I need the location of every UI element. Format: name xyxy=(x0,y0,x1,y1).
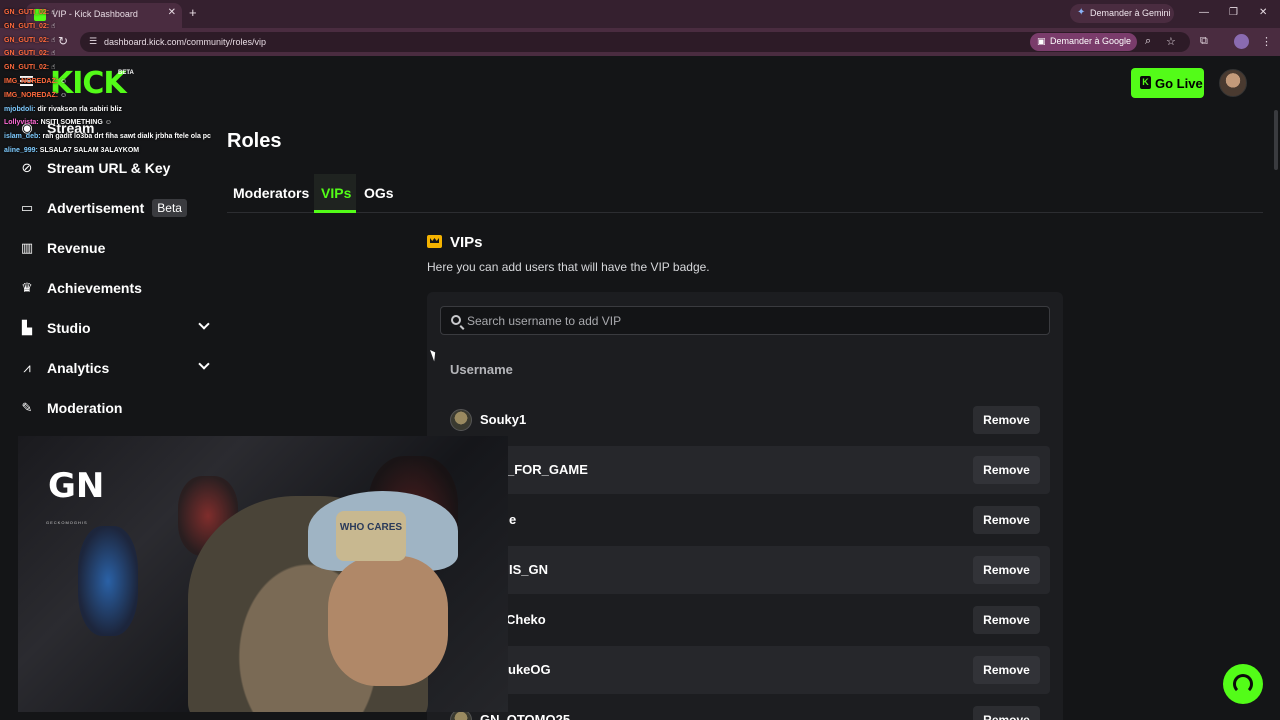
gemini-star-icon: ✦ xyxy=(1077,7,1086,18)
chat-line: aline_999: SLSALA7 SALAM 3ALAYKOM xyxy=(4,146,140,154)
remove-button[interactable]: Remove xyxy=(973,556,1040,584)
chat-line: GN_GUTI_02: ☝ xyxy=(4,22,56,30)
username-column-header: Username xyxy=(450,362,513,377)
remove-button[interactable]: Remove xyxy=(973,706,1040,720)
sidebar-item-label: Achievements xyxy=(47,280,142,296)
search-input[interactable] xyxy=(467,313,1037,329)
sidebar-item-label: Studio xyxy=(47,320,91,336)
zoom-icon[interactable]: ⌕ xyxy=(1145,35,1151,48)
browser-profile-avatar[interactable] xyxy=(1234,34,1249,49)
close-window-icon[interactable]: ✕ xyxy=(1259,7,1267,18)
chart-bars-icon: ▥ xyxy=(20,240,34,255)
vip-username[interactable]: ukeOG xyxy=(508,662,551,677)
table-row: IS_GN Remove xyxy=(440,546,1050,594)
bookmark-star-icon[interactable]: ☆ xyxy=(1166,35,1176,48)
minimize-window-icon[interactable]: — xyxy=(1199,7,1209,18)
remove-button[interactable]: Remove xyxy=(973,406,1040,434)
tab-vips[interactable]: VIPs xyxy=(321,185,351,201)
chat-line: IMG_NOREDAZ: ☺ xyxy=(4,77,68,85)
vip-username[interactable]: e xyxy=(509,512,516,527)
table-row: Souky1 Remove xyxy=(440,396,1050,444)
page-title: Roles xyxy=(227,130,282,152)
chat-line: GN_GUTI_02: ☝ xyxy=(4,36,56,44)
ask-gemini-label: Demander à Gemini xyxy=(1090,8,1171,18)
table-row: ukeOG Remove xyxy=(440,646,1050,694)
sidebar-item-studio[interactable]: ▙ Studio xyxy=(20,316,210,340)
sidebar-item-label: Analytics xyxy=(47,360,110,376)
analytics-icon: ⩘ xyxy=(23,360,31,375)
sidebar-item-label: Advertisement xyxy=(47,200,145,216)
chevron-down-icon[interactable] xyxy=(198,358,210,370)
remove-button[interactable]: Remove xyxy=(973,656,1040,684)
webcam-overlay: WHO CARES GN GECKOMOGHIS xyxy=(18,436,508,712)
headset-icon xyxy=(1233,674,1253,694)
kick-k-icon: K xyxy=(1140,76,1151,89)
search-icon xyxy=(451,315,461,325)
trophy-icon: ♛ xyxy=(21,280,33,295)
crown-icon xyxy=(427,235,442,248)
chevron-down-icon[interactable] xyxy=(198,318,210,330)
vip-username[interactable]: Cheko xyxy=(506,612,546,627)
figure-blur xyxy=(78,526,138,636)
chat-line: Lollyvista: NSITI SOMETHING ☺ xyxy=(4,119,112,127)
tab-moderators[interactable]: Moderators xyxy=(233,185,309,201)
ad-icon: ▭ xyxy=(20,200,34,215)
support-button[interactable] xyxy=(1223,664,1263,704)
chat-line: GN_GUTI_02: ☝ xyxy=(4,50,56,58)
vip-username[interactable]: _FOR_GAME xyxy=(507,462,588,477)
table-row: Cheko Remove xyxy=(440,596,1050,644)
ask-google-label: Demander à Google xyxy=(1050,36,1132,46)
go-live-button[interactable]: K Go Live xyxy=(1131,68,1204,98)
browser-menu-icon[interactable]: ⋮ xyxy=(1261,35,1272,48)
beta-badge: Beta xyxy=(152,199,187,217)
section-description: Here you can add users that will have th… xyxy=(427,260,710,274)
sidebar-item-stream-url-key[interactable]: ⊘ Stream URL & Key xyxy=(20,156,171,180)
vip-username[interactable]: GN_OTOMO25 xyxy=(480,712,570,720)
remove-button[interactable]: Remove xyxy=(973,606,1040,634)
section-title: VIPs xyxy=(450,234,483,251)
gn-logo: GN xyxy=(48,466,105,506)
remove-button[interactable]: Remove xyxy=(973,456,1040,484)
extensions-icon[interactable]: ⧉ xyxy=(1200,35,1208,48)
sidebar-item-label: Revenue xyxy=(47,240,106,256)
google-lens-icon: ▣ xyxy=(1037,36,1046,46)
table-row: GN_OTOMO25 Remove xyxy=(440,696,1050,720)
ask-google-button[interactable]: ▣ Demander à Google xyxy=(1030,33,1137,51)
remove-button[interactable]: Remove xyxy=(973,506,1040,534)
vip-username[interactable]: Souky1 xyxy=(480,412,526,427)
vip-username[interactable]: IS_GN xyxy=(509,562,548,577)
sidebar-item-achievements[interactable]: ♛ Achievements xyxy=(20,276,142,300)
link-icon: ⊘ xyxy=(21,160,33,175)
chat-line: islam_deb: rah gadit lo3ba drt fiha sawt… xyxy=(4,133,211,141)
maximize-window-icon[interactable]: ❐ xyxy=(1229,7,1238,18)
scrollbar-thumb[interactable] xyxy=(1274,110,1278,170)
sidebar-item-label: Stream URL & Key xyxy=(47,160,171,176)
gn-logo-subtitle: GECKOMOGHIS xyxy=(46,520,88,525)
studio-icon: ▙ xyxy=(22,320,32,335)
active-tab-underline xyxy=(314,210,356,213)
cap-logo: WHO CARES xyxy=(336,511,406,561)
avatar xyxy=(450,409,472,431)
user-avatar[interactable] xyxy=(1219,69,1247,97)
sidebar-item-analytics[interactable]: ⩘ Analytics xyxy=(20,356,210,380)
chat-line: GN_GUTI_02: ☝ xyxy=(4,9,56,16)
wrench-icon: ✎ xyxy=(21,400,33,415)
table-row: e Remove xyxy=(440,496,1050,544)
chat-line: GN_GUTI_02: ☝ xyxy=(4,64,56,72)
go-live-label: Go Live xyxy=(1155,76,1203,91)
chat-line: IMG_NOREDAZ: ☺ xyxy=(4,91,68,99)
sidebar-item-moderation[interactable]: ✎ Moderation xyxy=(20,396,123,420)
stream-chat-overlay: GN_GUTI_02: ☝ GN_GUTI_02: ☝ GN_GUTI_02: … xyxy=(4,6,234,158)
chat-line: mjobdoli: dir rivakson rla sabiri bliz xyxy=(4,105,122,113)
table-row: _FOR_GAME Remove xyxy=(440,446,1050,494)
sidebar-item-label: Moderation xyxy=(47,400,123,416)
tab-ogs[interactable]: OGs xyxy=(364,185,394,201)
streamer-face xyxy=(328,556,448,686)
sidebar-item-revenue[interactable]: ▥ Revenue xyxy=(20,236,106,260)
ask-gemini-button[interactable]: ✦ Demander à Gemini xyxy=(1070,4,1174,23)
url-field[interactable]: ☰ dashboard.kick.com/community/roles/vip xyxy=(80,32,1190,52)
search-box[interactable] xyxy=(440,306,1050,335)
sidebar-item-advertisement[interactable]: ▭ Advertisement Beta xyxy=(20,196,187,220)
